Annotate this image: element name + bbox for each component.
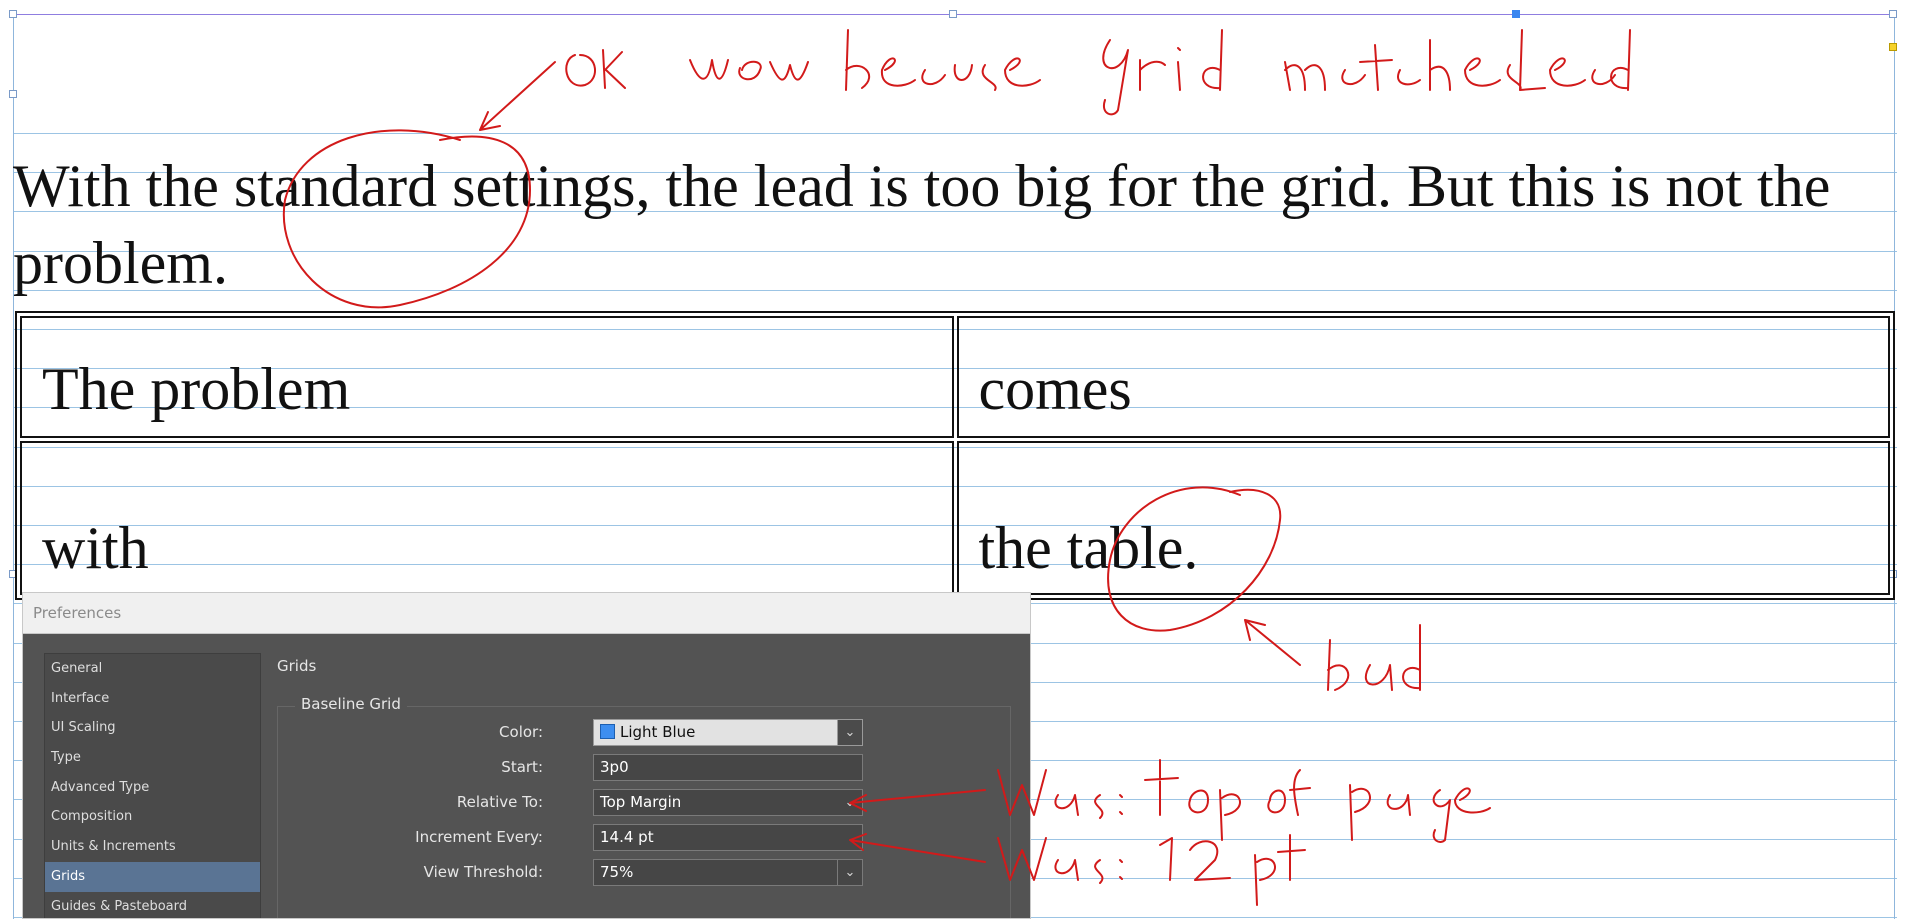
increment-label: Increment Every: bbox=[415, 828, 543, 846]
body-paragraph[interactable]: With the standard settings, the lead is … bbox=[13, 148, 1893, 302]
dialog-title: Preferences bbox=[23, 593, 1030, 634]
frame-handle-top-center[interactable] bbox=[949, 10, 957, 18]
table-cell[interactable]: The problem bbox=[20, 316, 954, 438]
view-threshold-row: View Threshold: 75% ⌄ bbox=[283, 859, 873, 886]
sidebar-item-interface[interactable]: Interface bbox=[45, 684, 260, 714]
table-cell[interactable]: with bbox=[20, 441, 954, 595]
start-input[interactable]: 3p0 bbox=[593, 754, 863, 781]
increment-input[interactable]: 14.4 pt bbox=[593, 824, 863, 851]
color-value: Light Blue bbox=[620, 723, 696, 741]
table-cell[interactable]: comes bbox=[956, 316, 1890, 438]
sidebar-item-general[interactable]: General bbox=[45, 654, 260, 684]
frame-handle-selected[interactable] bbox=[1512, 10, 1520, 18]
sidebar-item-units-increments[interactable]: Units & Increments bbox=[45, 832, 260, 862]
relative-to-value: Top Margin bbox=[600, 793, 682, 811]
sidebar-item-grids[interactable]: Grids bbox=[45, 861, 260, 892]
view-threshold-label: View Threshold: bbox=[423, 863, 543, 881]
chevron-down-icon[interactable]: ⌄ bbox=[838, 790, 862, 815]
color-dropdown[interactable]: Light Blue ⌄ bbox=[593, 719, 863, 746]
frame-content-handle[interactable] bbox=[1889, 43, 1897, 51]
relative-to-row: Relative To: Top Margin ⌄ bbox=[283, 789, 873, 816]
section-title: Baseline Grid bbox=[295, 695, 407, 713]
pane-title: Grids bbox=[277, 657, 317, 675]
increment-row: Increment Every: 14.4 pt bbox=[283, 824, 873, 851]
table-row: The problem comes bbox=[20, 316, 1890, 438]
relative-to-label: Relative To: bbox=[456, 793, 543, 811]
start-label: Start: bbox=[501, 758, 543, 776]
sidebar-item-advanced-type[interactable]: Advanced Type bbox=[45, 773, 260, 803]
start-row: Start: 3p0 bbox=[283, 754, 873, 781]
table-cell[interactable]: the table. bbox=[956, 441, 1890, 595]
sidebar-item-composition[interactable]: Composition bbox=[45, 802, 260, 832]
sidebar-item-ui-scaling[interactable]: UI Scaling bbox=[45, 713, 260, 743]
preferences-sidebar: General Interface UI Scaling Type Advanc… bbox=[44, 653, 261, 919]
document-table[interactable]: The problem comes with the table. bbox=[15, 311, 1895, 600]
relative-to-dropdown[interactable]: Top Margin ⌄ bbox=[593, 789, 863, 816]
frame-handle-top-right[interactable] bbox=[1889, 10, 1897, 18]
chevron-down-icon[interactable]: ⌄ bbox=[837, 720, 862, 745]
preferences-dialog: Preferences General Interface UI Scaling… bbox=[22, 592, 1031, 919]
color-label: Color: bbox=[499, 723, 543, 741]
baseline-grid-line bbox=[14, 133, 1897, 134]
table-row: with the table. bbox=[20, 441, 1890, 595]
chevron-down-icon[interactable]: ⌄ bbox=[837, 860, 862, 885]
color-swatch bbox=[600, 724, 615, 739]
color-row: Color: Light Blue ⌄ bbox=[283, 719, 873, 746]
frame-handle-left[interactable] bbox=[9, 90, 17, 98]
sidebar-item-type[interactable]: Type bbox=[45, 743, 260, 773]
view-threshold-combo[interactable]: 75% ⌄ bbox=[593, 859, 863, 886]
frame-handle-top-left[interactable] bbox=[9, 10, 17, 18]
sidebar-item-guides-pasteboard[interactable]: Guides & Pasteboard bbox=[45, 892, 260, 919]
view-threshold-value: 75% bbox=[600, 863, 634, 881]
